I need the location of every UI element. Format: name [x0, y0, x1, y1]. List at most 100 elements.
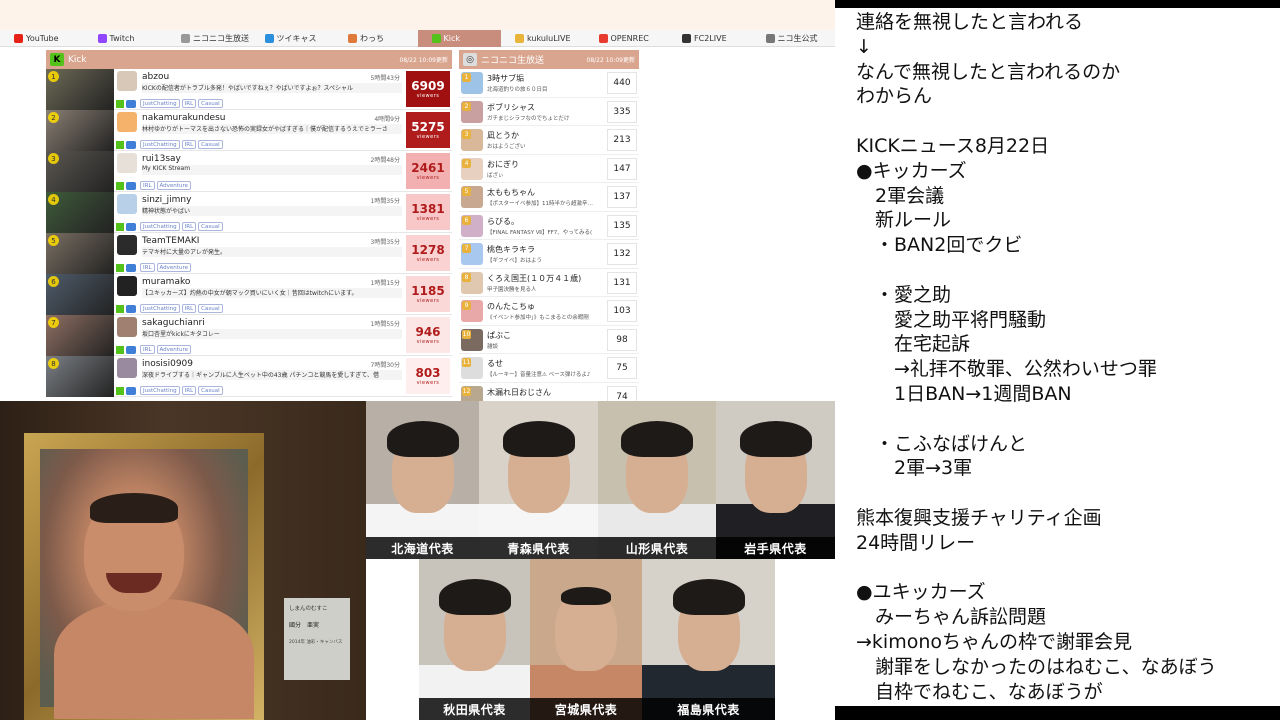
broadcast-title[interactable]: ガチまじシラフなのでちょとだけ — [487, 114, 605, 122]
broadcaster-name[interactable]: 木漏れ日おじさん — [487, 387, 551, 398]
stream-thumbnail[interactable]: 2 — [46, 110, 114, 151]
category-tag[interactable]: Casual — [198, 304, 223, 313]
category-tag[interactable]: Adventure — [156, 263, 191, 272]
stream-title[interactable]: 深夜ドライブする｜ギャンブルに人生ベット中の43歳 パチンコと競馬を愛しすぎて、… — [142, 370, 402, 380]
broadcaster-name[interactable]: らびる。 — [487, 216, 519, 227]
broadcaster-name[interactable]: おにぎり — [487, 159, 519, 170]
broadcaster-name[interactable]: ボブリシャス — [487, 102, 535, 113]
avatar[interactable] — [117, 358, 137, 378]
nico-row[interactable]: 4 おにぎり ばざぃ 147 — [459, 155, 639, 183]
stream-thumbnail[interactable]: 1 — [46, 69, 114, 110]
streamer-name[interactable]: nakamurakundesu — [142, 113, 225, 123]
tab-4[interactable]: わっち — [334, 30, 418, 47]
category-tag[interactable]: Casual — [198, 140, 223, 149]
broadcaster-name[interactable]: のんたこちゅ — [487, 301, 535, 312]
category-tag[interactable]: Adventure — [156, 345, 191, 354]
nico-row[interactable]: 7 桃色キラキラ 【ギフイベ】おはよう 132 — [459, 240, 639, 269]
streamer-name[interactable]: TeamTEMAKI — [142, 236, 199, 246]
stream-title[interactable]: 坂口杏里がkickにキタコレー — [142, 329, 402, 339]
broadcast-title[interactable]: 雑談 — [487, 342, 605, 350]
streamer-name[interactable]: rui13say — [142, 154, 181, 164]
category-tag[interactable]: IRL — [181, 304, 197, 313]
nico-row[interactable]: 2 ボブリシャス ガチまじシラフなのでちょとだけ 335 — [459, 98, 639, 126]
category-tag[interactable]: IRL — [181, 99, 197, 108]
broadcaster-name[interactable]: 太ももちゃん — [487, 187, 535, 198]
stream-title[interactable]: 林村ゆかりがトーマスを出さない恐怖の実録女がやばすぎる｜僕が配信するうえでミラー… — [142, 124, 402, 134]
broadcast-title[interactable]: おはようござい — [487, 142, 605, 150]
nico-row[interactable]: 8 くろえ国王(１０万４１歳) 甲子園決勝を見る人 131 — [459, 269, 639, 297]
streamer-name[interactable]: sinzi_jimny — [142, 195, 191, 205]
stream-title[interactable]: KICKの配信者がトラブル多発！やばいですねぇ？やばいですよぉ？スペシャル — [142, 83, 402, 93]
category-tag[interactable]: JustChatting — [140, 140, 180, 149]
streamer-name[interactable]: muramako — [142, 277, 190, 287]
category-tag[interactable]: IRL — [181, 140, 197, 149]
nico-row[interactable]: 10 ぱぶこ 雑談 98 — [459, 326, 639, 354]
nico-row[interactable]: 12 木漏れ日おじさん 74 — [459, 383, 639, 401]
category-tag[interactable]: IRL — [140, 345, 155, 354]
kick-row[interactable]: 3 rui13say 2時間48分 My KICK Stream IRL Adventur… — [46, 151, 452, 192]
stream-thumbnail[interactable]: 6 — [46, 274, 114, 315]
category-tag[interactable]: Casual — [198, 386, 223, 395]
broadcaster-name[interactable]: 桃色キラキラ — [487, 244, 535, 255]
category-tag[interactable]: Casual — [198, 99, 223, 108]
avatar[interactable] — [117, 276, 137, 296]
tab-9[interactable]: ニコ生公式 — [752, 30, 836, 47]
tab-kick[interactable]: Kick — [417, 30, 501, 47]
tab-youtube[interactable]: YouTube — [0, 30, 84, 47]
stream-title[interactable]: テマキ村に大量のアレが発生。 — [142, 247, 402, 257]
avatar[interactable] — [117, 235, 137, 255]
nico-row[interactable]: 1 3時サブ垢 北海道釣りの旅６０日目 440 — [459, 69, 639, 98]
stream-title[interactable]: 精神状態がやばい — [142, 206, 402, 216]
category-tag[interactable]: IRL — [140, 263, 155, 272]
stream-thumbnail[interactable]: 4 — [46, 192, 114, 233]
avatar[interactable] — [117, 194, 137, 214]
broadcast-title[interactable]: 【FINAL FANTASY Ⅶ】FF7、やってみる( — [487, 228, 605, 236]
category-tag[interactable]: Casual — [198, 222, 223, 231]
kick-row[interactable]: 2 nakamurakundesu 4時間9分 林村ゆかりがトーマスを出さない恐怖の実… — [46, 110, 452, 151]
tab-fc2live[interactable]: FC2LIVE — [668, 30, 752, 47]
kick-row[interactable]: 7 sakaguchianri 1時間55分 坂口杏里がkickにキタコレー IRL Ad… — [46, 315, 452, 356]
avatar[interactable] — [117, 112, 137, 132]
broadcast-title[interactable]: ばざぃ — [487, 171, 605, 179]
category-tag[interactable]: JustChatting — [140, 386, 180, 395]
nico-row[interactable]: 9 のんたこちゅ 《イベント参加中」》もこまるとの余暇剛 103 — [459, 297, 639, 326]
stream-thumbnail[interactable]: 3 — [46, 151, 114, 192]
kick-row[interactable]: 5 TeamTEMAKI 3時間35分 テマキ村に大量のアレが発生。 IRL Advent… — [46, 233, 452, 274]
broadcaster-name[interactable]: 凪とうか — [487, 130, 519, 141]
stream-thumbnail[interactable]: 5 — [46, 233, 114, 274]
stream-title[interactable]: 【ユキッカーズ】灼熱の中女が朝マック買いにいく女｜昔回はtwitchにいます。 — [142, 288, 402, 298]
broadcaster-name[interactable]: ぱぶこ — [487, 330, 511, 341]
stream-title[interactable]: My KICK Stream — [142, 165, 402, 175]
avatar[interactable] — [117, 153, 137, 173]
nico-row[interactable]: 5 太ももちゃん 【ポスターイベ参加】11時半から超激辛… 137 — [459, 183, 639, 212]
category-tag[interactable]: IRL — [181, 222, 197, 231]
avatar[interactable] — [117, 71, 137, 91]
streamer-name[interactable]: abzou — [142, 72, 169, 82]
broadcaster-name[interactable]: るせ — [487, 358, 503, 369]
broadcast-title[interactable]: 【ギフイベ】おはよう — [487, 256, 605, 264]
tab-kukululive[interactable]: kukuluLIVE — [501, 30, 585, 47]
kick-row[interactable]: 6 muramako 1時間15分 【ユキッカーズ】灼熱の中女が朝マック買いにいく女｜… — [46, 274, 452, 315]
tab-3[interactable]: ツイキャス — [251, 30, 335, 47]
streamer-name[interactable]: sakaguchianri — [142, 318, 205, 328]
broadcast-title[interactable]: 北海道釣りの旅６０日目 — [487, 85, 605, 93]
nico-row[interactable]: 3 凪とうか おはようござい 213 — [459, 126, 639, 155]
kick-row[interactable]: 8 inosisi0909 7時間30分 深夜ドライブする｜ギャンブルに人生ベット中の… — [46, 356, 452, 397]
kick-row[interactable]: 4 sinzi_jimny 1時間35分 精神状態がやばい JustChatting IR… — [46, 192, 452, 233]
category-tag[interactable]: IRL — [140, 181, 155, 190]
stream-thumbnail[interactable]: 8 — [46, 356, 114, 397]
category-tag[interactable]: IRL — [181, 386, 197, 395]
category-tag[interactable]: JustChatting — [140, 222, 180, 231]
broadcast-title[interactable]: 【ルーキー】音量注意⚠ ベース弾けるよ♪ — [487, 370, 605, 378]
kick-row[interactable]: 1 abzou 5時間43分 KICKの配信者がトラブル多発！やばいですねぇ？やばいで… — [46, 69, 452, 110]
broadcaster-name[interactable]: 3時サブ垢 — [487, 73, 524, 84]
tab-openrec[interactable]: OPENREC — [585, 30, 669, 47]
category-tag[interactable]: JustChatting — [140, 99, 180, 108]
broadcaster-name[interactable]: くろえ国王(１０万４１歳) — [487, 273, 581, 284]
category-tag[interactable]: Adventure — [156, 181, 191, 190]
category-tag[interactable]: JustChatting — [140, 304, 180, 313]
nico-row[interactable]: 11 るせ 【ルーキー】音量注意⚠ ベース弾けるよ♪ 75 — [459, 354, 639, 383]
nico-row[interactable]: 6 らびる。 【FINAL FANTASY Ⅶ】FF7、やってみる(135 — [459, 212, 639, 240]
broadcast-title[interactable]: 《イベント参加中」》もこまるとの余暇剛 — [487, 313, 605, 321]
stream-thumbnail[interactable]: 7 — [46, 315, 114, 356]
